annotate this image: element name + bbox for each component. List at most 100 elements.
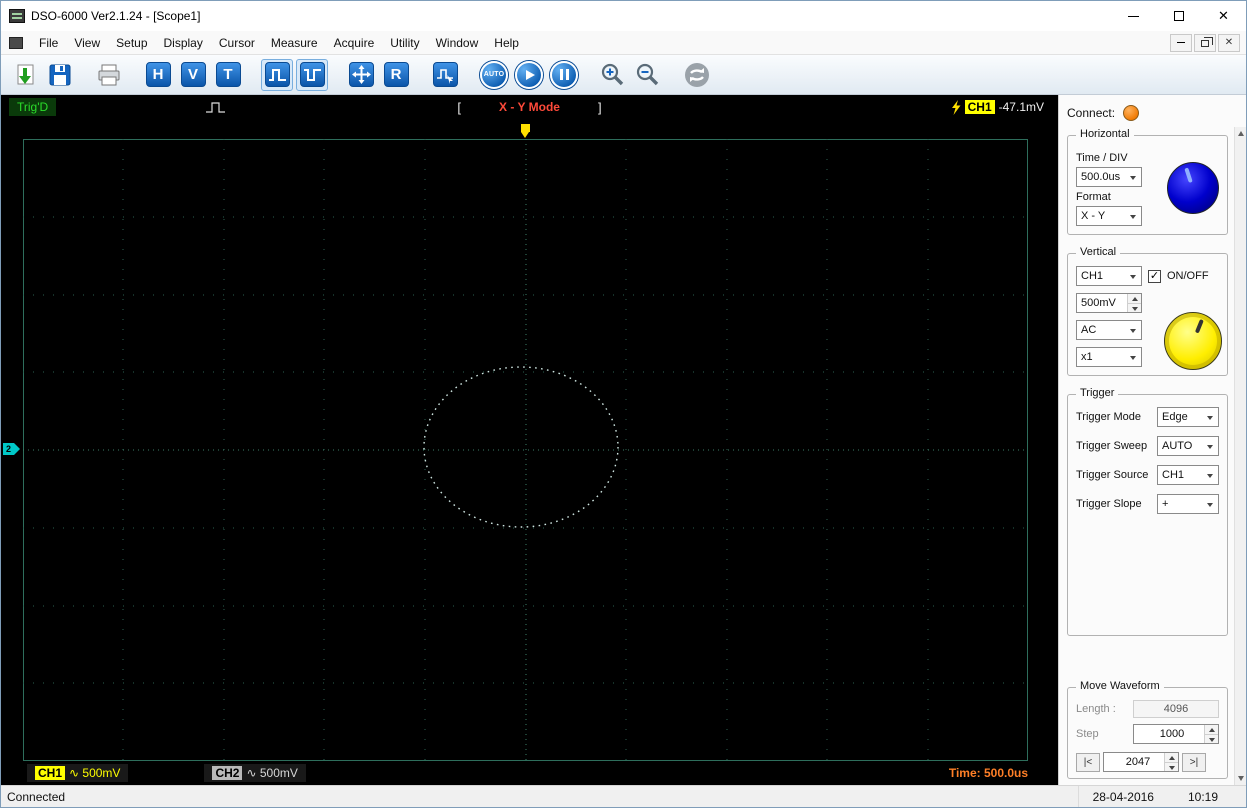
- refresh-button[interactable]: [681, 59, 713, 91]
- spin-down-icon[interactable]: [1165, 761, 1178, 771]
- lissajous-ellipse: [423, 366, 619, 528]
- go-first-button[interactable]: |<: [1076, 752, 1100, 772]
- menu-measure[interactable]: Measure: [263, 33, 326, 53]
- go-last-button[interactable]: >|: [1182, 752, 1206, 772]
- falling-edge-button[interactable]: [296, 58, 328, 91]
- trigger-slope-value: +: [1162, 498, 1169, 510]
- menu-acquire[interactable]: Acquire: [326, 33, 383, 53]
- panel-spacer: [1065, 640, 1230, 679]
- menu-setup[interactable]: Setup: [108, 33, 155, 53]
- trigger-cursor-button[interactable]: T: [212, 59, 244, 91]
- app-icon: [9, 9, 25, 23]
- chevron-down-icon: [1130, 275, 1136, 279]
- close-button[interactable]: ✕: [1201, 1, 1246, 31]
- datetime-pane: 28-04-2016 10:19: [1077, 786, 1246, 807]
- menu-cursor[interactable]: Cursor: [211, 33, 263, 53]
- ch2-readout[interactable]: CH2 ∿ 500mV: [204, 764, 306, 782]
- mdi-close-button[interactable]: ✕: [1218, 33, 1240, 52]
- ch1-readout[interactable]: CH1 ∿ 500mV: [27, 764, 129, 782]
- minimize-icon: [1128, 15, 1139, 17]
- menu-window[interactable]: Window: [428, 33, 487, 53]
- run-button[interactable]: [513, 59, 545, 91]
- rising-edge-button[interactable]: [261, 58, 293, 91]
- print-button[interactable]: [93, 59, 125, 91]
- spin-up-icon[interactable]: [1128, 294, 1141, 303]
- chevron-down-icon: [1207, 416, 1213, 420]
- onoff-checkbox[interactable]: [1148, 269, 1161, 283]
- spin-down-icon[interactable]: [1205, 733, 1218, 743]
- vertical-cursor-button[interactable]: V: [177, 59, 209, 91]
- refresh-icon: [685, 62, 709, 87]
- move-waveform-button[interactable]: [345, 59, 377, 91]
- menu-help[interactable]: Help: [486, 33, 527, 53]
- pause-button[interactable]: [548, 59, 580, 91]
- step-label: Step: [1076, 728, 1099, 740]
- trigger-sweep-select[interactable]: AUTO: [1157, 436, 1219, 456]
- chevron-down-icon: [1130, 356, 1136, 360]
- record-button[interactable]: R: [380, 59, 412, 91]
- ch2-level-marker[interactable]: 2: [3, 443, 21, 455]
- trigger-mode-select[interactable]: Edge: [1157, 407, 1219, 427]
- falling-edge-icon: [299, 62, 325, 87]
- mdi-restore-icon: [1201, 37, 1213, 47]
- ch1-scale-value: ∿ 500mV: [69, 766, 121, 780]
- spin-up-icon[interactable]: [1165, 753, 1178, 762]
- waveform-display: 2: [1, 119, 1058, 761]
- channel-value: CH1: [1081, 270, 1104, 282]
- volts-div-knob[interactable]: [1164, 312, 1222, 370]
- spinner-buttons: [1127, 294, 1141, 312]
- mdi-minimize-icon: [1177, 42, 1185, 43]
- minimize-button[interactable]: [1111, 1, 1156, 31]
- move-waveform-group: Move Waveform Length : 4096 Step 1000 |<…: [1067, 680, 1228, 779]
- length-label: Length :: [1076, 703, 1116, 715]
- spin-up-icon[interactable]: [1205, 725, 1218, 734]
- trigger-position-marker[interactable]: [521, 124, 530, 138]
- scrollbar-down-icon: [1238, 776, 1244, 781]
- waveform-cursor-button[interactable]: [429, 59, 461, 91]
- import-button[interactable]: [9, 59, 41, 91]
- trigger-sweep-value: AUTO: [1162, 440, 1193, 452]
- v-label: V: [180, 62, 206, 87]
- probe-select[interactable]: x1: [1076, 347, 1142, 367]
- panel-scrollbar[interactable]: [1234, 127, 1246, 785]
- position-spinner[interactable]: 2047: [1103, 752, 1179, 772]
- rising-edge-icon: [264, 62, 290, 87]
- save-icon: [49, 64, 71, 85]
- time-div-knob[interactable]: [1167, 162, 1219, 214]
- status-date: 28-04-2016: [1092, 789, 1154, 804]
- step-spinner[interactable]: 1000: [1133, 724, 1219, 744]
- zoom-out-button[interactable]: [632, 59, 664, 91]
- coupling-select[interactable]: AC: [1076, 320, 1142, 340]
- trigger-source-value: CH1: [1162, 469, 1185, 481]
- control-panel: Connect: Horizontal Time / DIV 500.0us F…: [1058, 95, 1246, 785]
- spin-down-icon[interactable]: [1128, 302, 1141, 312]
- volts-div-spinner[interactable]: 500mV: [1076, 293, 1142, 313]
- trigger-slope-select[interactable]: +: [1157, 494, 1219, 514]
- menu-utility[interactable]: Utility: [382, 33, 427, 53]
- channel-select[interactable]: CH1: [1076, 266, 1142, 286]
- format-select[interactable]: X - Y: [1076, 206, 1142, 226]
- maximize-button[interactable]: [1156, 1, 1201, 31]
- toolbar: H V T R AUTO: [1, 55, 1246, 95]
- mdi-minimize-button[interactable]: [1170, 33, 1192, 52]
- time-div-select[interactable]: 500.0us: [1076, 167, 1142, 187]
- document-icon: [9, 36, 23, 49]
- app-window: DSO-6000 Ver2.1.24 - [Scope1] ✕ File Vie…: [0, 0, 1247, 808]
- menu-file[interactable]: File: [31, 33, 66, 53]
- menu-display[interactable]: Display: [156, 33, 211, 53]
- save-button[interactable]: [44, 59, 76, 91]
- display-mode-indicator: [ X - Y Mode ]: [1, 100, 1058, 115]
- mode-bracket-left: [: [457, 99, 462, 115]
- mdi-restore-button[interactable]: [1194, 33, 1216, 52]
- connect-label: Connect:: [1067, 106, 1116, 120]
- close-icon: ✕: [1218, 8, 1229, 23]
- auto-button[interactable]: AUTO: [478, 59, 510, 91]
- zoom-in-button[interactable]: [597, 59, 629, 91]
- horizontal-cursor-button[interactable]: H: [142, 59, 174, 91]
- channel-readout-bar: CH1 ∿ 500mV CH2 ∿ 500mV Time: 500.0us: [1, 761, 1058, 785]
- trigger-group: Trigger Trigger Mode Edge Trigger Sweep …: [1067, 387, 1228, 636]
- trigger-source-select[interactable]: CH1: [1157, 465, 1219, 485]
- menu-view[interactable]: View: [66, 33, 108, 53]
- zoom-in-icon: [601, 63, 624, 85]
- chevron-down-icon: [1207, 474, 1213, 478]
